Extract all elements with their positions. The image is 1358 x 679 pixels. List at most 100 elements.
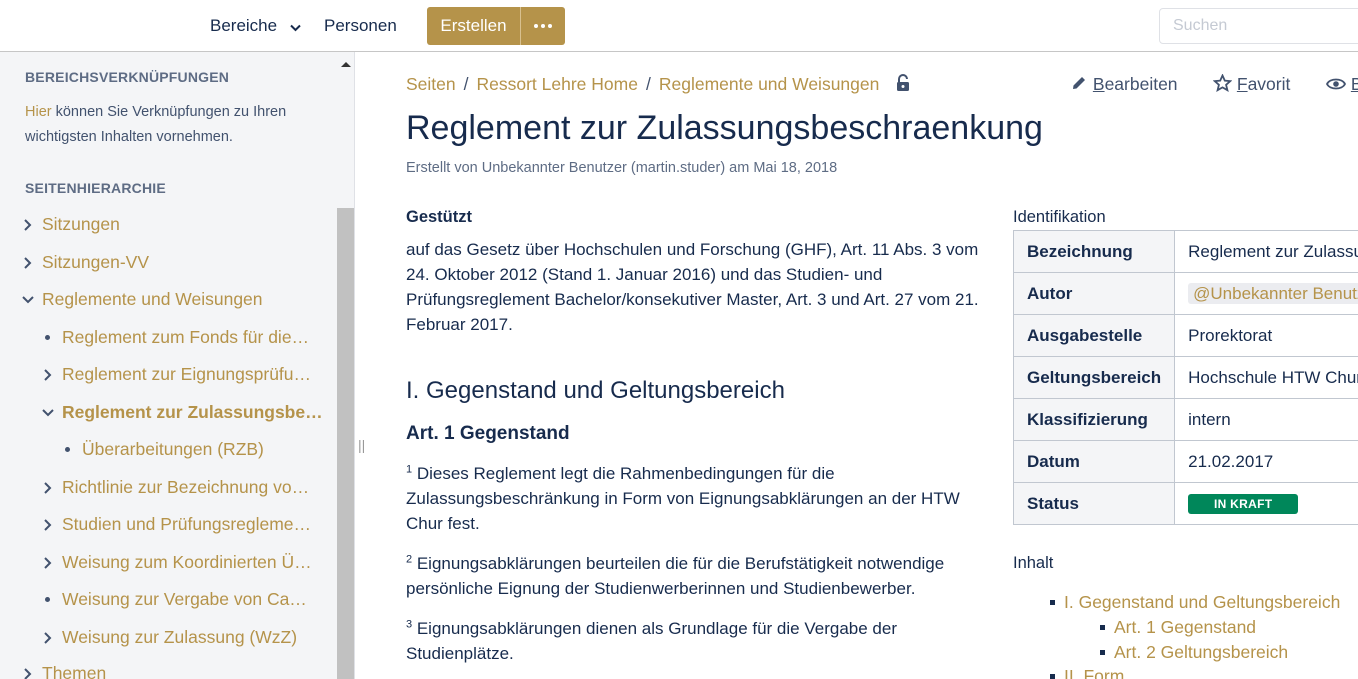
chevron-right-icon[interactable] bbox=[22, 216, 34, 231]
breadcrumb-item[interactable]: Reglemente und Weisungen bbox=[659, 74, 880, 94]
breadcrumb: Seiten / Ressort Lehre Home / Reglemente und… bbox=[406, 74, 880, 94]
table-value: Hochschule HTW Chur bbox=[1174, 356, 1358, 399]
tree-item-label: Weisung zur Vergabe von Ca… bbox=[62, 589, 307, 609]
tree-item-eignungspruefung[interactable]: Reglement zur Eignungsprüfu… bbox=[44, 364, 311, 385]
table-row: Geltungsbereich Hochschule HTW Chur bbox=[1012, 356, 1358, 399]
chevron-right-icon[interactable] bbox=[42, 516, 54, 531]
article-heading: Art. 1 Gegenstand bbox=[406, 423, 570, 444]
paragraph-text: Dieses Reglement legt die Rahmenbedingun… bbox=[406, 464, 960, 533]
toc-caption: Inhalt bbox=[1013, 554, 1054, 572]
toc-link-label: Art. 2 Geltungsbereich bbox=[1114, 642, 1289, 662]
tree-item-label: Weisung zum Koordinierten Ü… bbox=[62, 552, 312, 572]
shortcuts-text-rest: können Sie Verknüpfungen zu Ihren wichti… bbox=[25, 104, 287, 145]
paragraph-text: Eignungsabklärungen beurteilen die für d… bbox=[406, 554, 945, 598]
toc-link[interactable]: Art. 1 Gegenstand bbox=[1100, 617, 1257, 638]
tree-item-studienreglement[interactable]: Studien und Prüfungsregleme… bbox=[44, 514, 312, 535]
more-create-options-button[interactable] bbox=[520, 7, 565, 45]
edit-label-rest: earbeiten bbox=[1104, 74, 1178, 94]
space-shortcuts-heading: BEREICHSVERKNÜPFUNGEN bbox=[25, 69, 230, 85]
page-byline: Erstellt von Unbekannter Benutzer (marti… bbox=[406, 160, 838, 176]
tree-item-label: Überarbeitungen (RZB) bbox=[82, 439, 264, 459]
scroll-up-arrow-icon[interactable] bbox=[341, 62, 351, 67]
unlock-icon[interactable] bbox=[895, 74, 911, 97]
more-dot-icon bbox=[541, 24, 545, 28]
pencil-icon bbox=[1070, 74, 1088, 94]
paragraph-text: Eignungsabklärungen dienen als Grundlage… bbox=[406, 619, 897, 663]
tree-item-fonds[interactable]: Reglement zum Fonds für die… bbox=[45, 327, 310, 348]
basis-heading: Gestützt bbox=[406, 208, 472, 226]
create-button[interactable]: Erstellen bbox=[427, 7, 520, 45]
tree-item-ueberarbeitungen[interactable]: Überarbeitungen (RZB) bbox=[65, 439, 264, 460]
bullet-icon bbox=[45, 597, 50, 602]
watch-button[interactable]: B bbox=[1325, 74, 1358, 95]
chevron-right-icon[interactable] bbox=[22, 665, 34, 679]
tree-item-reglemente[interactable]: Reglemente und Weisungen bbox=[22, 289, 263, 310]
section-heading: I. Gegenstand und Geltungsbereich bbox=[406, 377, 785, 404]
user-mention[interactable]: @Unbekannter Benutz bbox=[1188, 282, 1358, 304]
table-key: Status bbox=[1012, 482, 1176, 525]
bullet-icon bbox=[45, 335, 50, 340]
page-title: Reglement zur Zulassungsbeschraenkung bbox=[406, 109, 1043, 147]
bullet-icon bbox=[65, 447, 70, 452]
search-input[interactable]: Suchen bbox=[1159, 8, 1358, 44]
toc-link[interactable]: Art. 2 Geltungsbereich bbox=[1100, 642, 1289, 663]
table-key: Bezeichnung bbox=[1012, 230, 1176, 273]
page-body: Gestützt auf das Gesetz über Hochschulen… bbox=[406, 208, 981, 666]
chevron-down-icon[interactable] bbox=[42, 404, 54, 418]
chevron-right-icon[interactable] bbox=[42, 366, 54, 381]
tree-item-weisung-vergabe[interactable]: Weisung zur Vergabe von Ca… bbox=[45, 589, 307, 610]
eye-icon bbox=[1325, 74, 1347, 94]
table-key: Datum bbox=[1012, 440, 1176, 483]
article-paragraph: 2 Eignungsabklärungen beurteilen die für… bbox=[406, 551, 981, 601]
chevron-right-icon[interactable] bbox=[42, 629, 54, 644]
table-row: Autor @Unbekannter Benutz bbox=[1012, 272, 1358, 315]
page-tree-heading: SEITENHIERARCHIE bbox=[25, 180, 166, 196]
tree-item-weisung-zulassung[interactable]: Weisung zur Zulassung (WzZ) bbox=[44, 627, 297, 648]
space-shortcuts-text: Hier können Sie Verknüpfungen zu Ihren w… bbox=[25, 100, 325, 150]
tree-item-label: Studien und Prüfungsregleme… bbox=[62, 514, 312, 534]
favorite-button[interactable]: Favorit bbox=[1212, 73, 1290, 95]
shortcuts-here-link[interactable]: Hier bbox=[25, 104, 52, 120]
table-row: Bezeichnung Reglement zur Zulassu bbox=[1012, 230, 1358, 273]
toc-bullet-icon bbox=[1050, 600, 1055, 605]
bereiche-label: Bereiche bbox=[210, 16, 278, 35]
more-dot-icon bbox=[548, 24, 552, 28]
create-button-group: Erstellen bbox=[427, 7, 565, 45]
sidebar-scrollbar-thumb[interactable] bbox=[337, 208, 354, 679]
personen-link[interactable]: Personen bbox=[324, 16, 397, 36]
watch-label-first: B bbox=[1350, 74, 1358, 94]
chevron-down-icon[interactable] bbox=[22, 291, 34, 305]
tree-item-label: Richtlinie zur Bezeichnung vo… bbox=[62, 477, 310, 497]
tree-item-label: Sitzungen-VV bbox=[42, 252, 150, 272]
breadcrumb-item[interactable]: Seiten bbox=[406, 74, 456, 94]
tree-item-themen[interactable]: Themen bbox=[24, 663, 106, 679]
bereiche-menu[interactable]: Bereiche bbox=[210, 16, 301, 37]
tree-item-label: Reglement zum Fonds für die… bbox=[62, 327, 310, 347]
tree-item-zulassungsbeschraenkung[interactable]: Reglement zur Zulassungsbe… bbox=[42, 402, 323, 423]
tree-item-richtlinie[interactable]: Richtlinie zur Bezeichnung vo… bbox=[44, 477, 310, 498]
status-badge: IN KRAFT bbox=[1188, 494, 1299, 514]
more-dot-icon bbox=[534, 24, 538, 28]
toc-link-label: Art. 1 Gegenstand bbox=[1114, 617, 1257, 637]
chevron-right-icon[interactable] bbox=[22, 254, 34, 269]
toc-link-label: II. Form bbox=[1064, 666, 1125, 679]
tree-item-weisung-koordiniert[interactable]: Weisung zum Koordinierten Ü… bbox=[44, 552, 312, 573]
article-paragraph: 3 Eignungsabklärungen dienen als Grundla… bbox=[406, 616, 981, 666]
tree-item-sitzungen-vv[interactable]: Sitzungen-VV bbox=[24, 252, 150, 273]
table-value: intern bbox=[1174, 398, 1358, 441]
toc-link-label: I. Gegenstand und Geltungsbereich bbox=[1064, 592, 1341, 612]
toc-link[interactable]: I. Gegenstand und Geltungsbereich bbox=[1050, 592, 1341, 613]
breadcrumb-item[interactable]: Ressort Lehre Home bbox=[477, 74, 638, 94]
toc-link[interactable]: II. Form bbox=[1050, 666, 1125, 679]
chevron-right-icon[interactable] bbox=[42, 554, 54, 569]
table-value-cell: IN KRAFT bbox=[1174, 482, 1358, 525]
tree-item-label: Reglement zur Zulassungsbe… bbox=[62, 402, 323, 422]
table-value: 21.02.2017 bbox=[1174, 440, 1358, 483]
toc-bullet-icon bbox=[1050, 674, 1055, 679]
top-navigation-bar: Bereiche Personen Erstellen Suchen bbox=[0, 0, 1358, 52]
tree-item-sitzungen[interactable]: Sitzungen bbox=[24, 214, 120, 235]
edit-button[interactable]: Bearbeiten bbox=[1070, 74, 1178, 95]
table-row: Ausgabestelle Prorektorat bbox=[1012, 314, 1358, 357]
chevron-right-icon[interactable] bbox=[42, 479, 54, 494]
edit-label-first: B bbox=[1092, 74, 1105, 94]
